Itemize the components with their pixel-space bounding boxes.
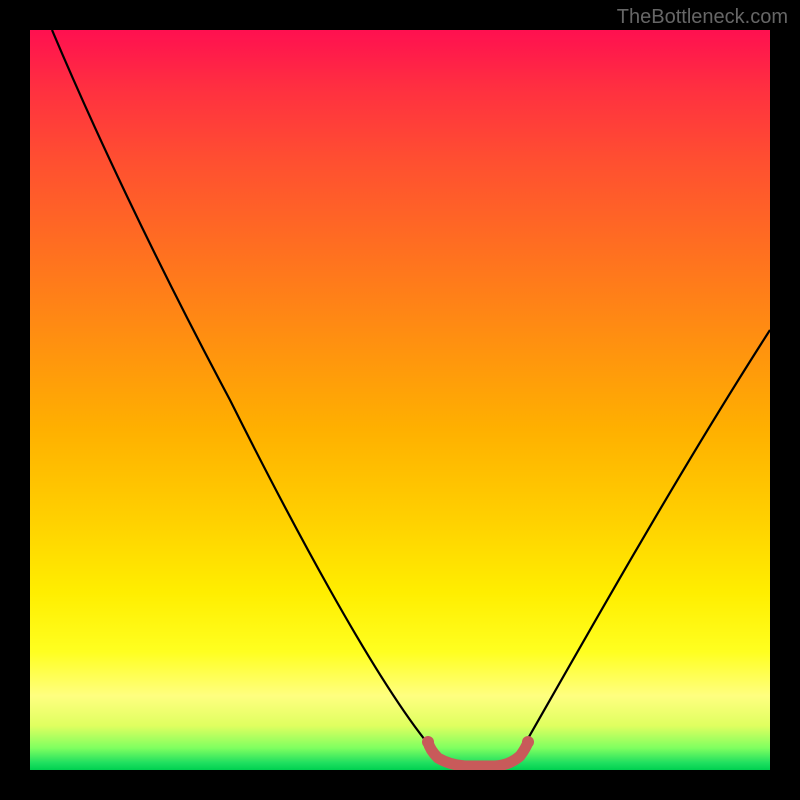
plot-background — [30, 30, 770, 770]
watermark-text: TheBottleneck.com — [617, 6, 788, 29]
bottleneck-curve-path — [52, 30, 770, 763]
chart-container: TheBottleneck.com — [0, 0, 800, 800]
curve-overlay — [30, 30, 770, 770]
optimal-end-dot — [522, 736, 534, 748]
optimal-start-dot — [422, 736, 434, 748]
optimal-region-marker — [428, 742, 528, 766]
